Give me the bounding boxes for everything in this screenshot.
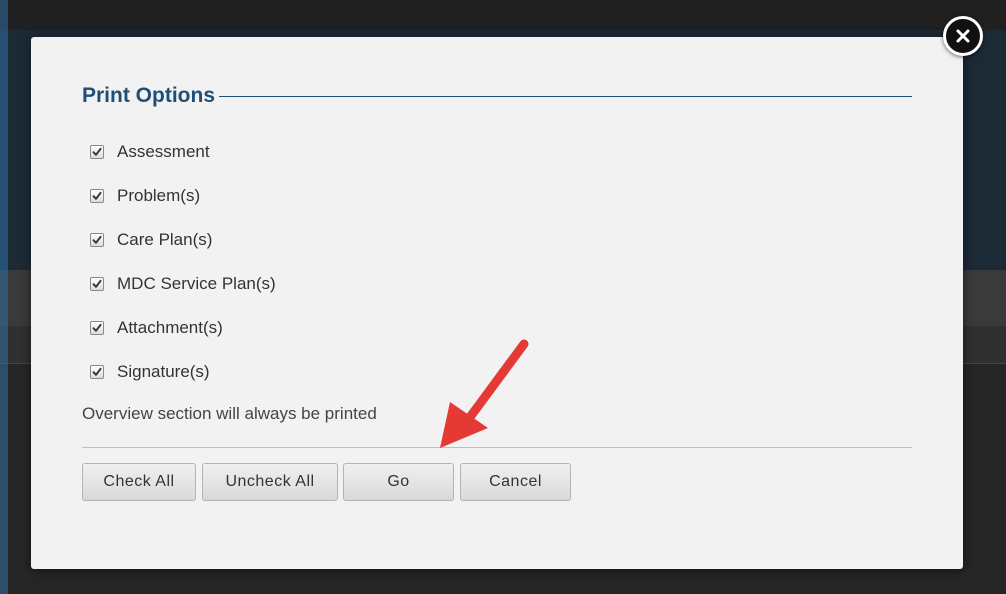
checkmark-icon [92,323,102,332]
checkbox[interactable] [90,233,104,247]
checkbox[interactable] [90,365,104,379]
title-divider-line [219,95,912,97]
print-option[interactable]: MDC Service Plan(s) [90,262,276,306]
checkmark-icon [92,279,102,288]
option-label: Care Plan(s) [117,230,213,249]
background-left-edge [0,0,8,594]
footer-divider [82,447,912,448]
uncheck-all-button[interactable]: Uncheck All [202,463,338,501]
print-option[interactable]: Assessment [90,130,276,174]
background-top-bar [0,0,1006,30]
cancel-button[interactable]: Cancel [460,463,571,501]
option-label: Signature(s) [117,362,210,381]
checkmark-icon [92,191,102,200]
checkbox[interactable] [90,277,104,291]
option-label: Attachment(s) [117,318,223,337]
close-button[interactable] [943,16,983,56]
check-all-button[interactable]: Check All [82,463,196,501]
option-label: Problem(s) [117,186,201,205]
close-icon [956,29,970,43]
go-button[interactable]: Go [343,463,454,501]
dialog-title: Print Options [82,84,215,107]
print-option[interactable]: Problem(s) [90,174,276,218]
print-option[interactable]: Signature(s) [90,350,276,394]
overview-note: Overview section will always be printed [82,404,377,423]
checkmark-icon [92,147,102,156]
print-options-list: Assessment Problem(s) Care Plan(s) MDC Serv… [90,130,276,394]
print-option[interactable]: Attachment(s) [90,306,276,350]
print-option[interactable]: Care Plan(s) [90,218,276,262]
dialog-header: Print Options [82,82,912,110]
option-label: MDC Service Plan(s) [117,274,276,293]
checkbox[interactable] [90,189,104,203]
screen: Print Options Assessment Problem(s) Care P… [0,0,1006,594]
checkbox[interactable] [90,145,104,159]
checkmark-icon [92,235,102,244]
checkmark-icon [92,367,102,376]
option-label: Assessment [117,142,210,161]
checkbox[interactable] [90,321,104,335]
